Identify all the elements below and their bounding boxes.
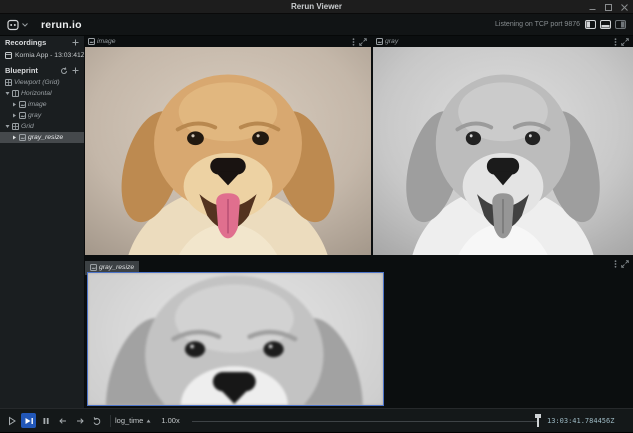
timeline-playhead[interactable] bbox=[537, 414, 539, 427]
recording-icon bbox=[5, 52, 12, 59]
image-view-icon bbox=[19, 112, 26, 119]
blueprint-header: Blueprint bbox=[0, 64, 84, 77]
view-options-icon[interactable] bbox=[614, 260, 617, 268]
pause-button[interactable] bbox=[38, 413, 53, 428]
blueprint-sidebar: Recordings Kornia App - 13:03:41Z Bluepr… bbox=[0, 36, 85, 408]
image-view-icon bbox=[90, 264, 97, 271]
chevron-right-icon[interactable] bbox=[12, 135, 17, 140]
timeline-line bbox=[192, 421, 537, 422]
blueprint-item-label: Grid bbox=[21, 123, 34, 130]
timeline-track[interactable] bbox=[188, 409, 547, 433]
viewport: image gray gray_r bbox=[85, 36, 633, 408]
container-horizontal-icon bbox=[12, 90, 19, 97]
chevron-down-icon bbox=[22, 23, 28, 27]
blueprint-item-image[interactable]: image bbox=[0, 99, 84, 110]
step-forward-button[interactable] bbox=[72, 413, 87, 428]
blueprint-item-label: image bbox=[28, 101, 47, 108]
left-panel-toggle-icon[interactable] bbox=[585, 20, 596, 29]
blueprint-item-label: Horizontal bbox=[21, 90, 52, 97]
tcp-status-label: Listening on TCP port 9876 bbox=[495, 21, 580, 28]
maximize-button[interactable] bbox=[605, 4, 612, 11]
blueprint-item-gray[interactable]: gray bbox=[0, 110, 84, 121]
recordings-header: Recordings bbox=[0, 36, 84, 49]
image-view-icon bbox=[376, 38, 383, 45]
bottom-panel-toggle-icon[interactable] bbox=[600, 20, 611, 29]
chevron-down-icon[interactable] bbox=[5, 124, 10, 129]
space-view-image[interactable]: image bbox=[85, 36, 371, 255]
container-grid-icon bbox=[12, 123, 19, 130]
space-view-gray-resize[interactable]: gray_resize bbox=[85, 258, 633, 408]
blueprint-item-label: gray_resize bbox=[28, 134, 63, 141]
view-title: gray_resize bbox=[99, 264, 134, 271]
window-titlebar: Rerun Viewer bbox=[0, 0, 633, 14]
maximize-view-icon[interactable] bbox=[621, 260, 629, 268]
step-back-button[interactable] bbox=[55, 413, 70, 428]
view-header-gray: gray bbox=[373, 36, 633, 47]
add-recording-button[interactable] bbox=[72, 39, 79, 46]
minimize-button[interactable] bbox=[589, 4, 596, 11]
space-view-gray[interactable]: gray bbox=[373, 36, 633, 255]
recording-item[interactable]: Kornia App - 13:03:41Z bbox=[0, 49, 84, 61]
image-gray-resize-photo[interactable] bbox=[87, 272, 384, 406]
playback-speed[interactable]: 1.00x bbox=[161, 416, 179, 425]
play-button[interactable] bbox=[4, 413, 19, 428]
view-options-icon[interactable] bbox=[614, 38, 617, 46]
image-view-icon bbox=[88, 38, 95, 45]
image-view-icon bbox=[19, 134, 26, 141]
blueprint-item-label: gray bbox=[28, 112, 41, 119]
view-title: image bbox=[97, 38, 116, 45]
chevron-down-icon[interactable] bbox=[5, 91, 10, 96]
follow-button[interactable] bbox=[21, 413, 36, 428]
right-panel-toggle-icon[interactable] bbox=[615, 20, 626, 29]
view-title: gray bbox=[385, 38, 398, 45]
sort-arrow-icon bbox=[146, 419, 151, 423]
app-toolbar: rerun.io Listening on TCP port 9876 bbox=[0, 14, 633, 36]
brand-label: rerun.io bbox=[41, 19, 82, 31]
image-color-photo[interactable] bbox=[85, 47, 371, 255]
blueprint-item-grid[interactable]: Grid bbox=[0, 121, 84, 132]
reset-blueprint-icon[interactable] bbox=[60, 67, 68, 75]
time-panel: log_time 1.00x 13:03:41.784456Z bbox=[0, 408, 633, 432]
maximize-view-icon[interactable] bbox=[359, 38, 367, 46]
blueprint-item-horizontal[interactable]: Horizontal bbox=[0, 88, 84, 99]
view-header-image: image bbox=[85, 36, 371, 47]
view-header-gray-resize: gray_resize bbox=[85, 258, 633, 272]
chevron-right-icon[interactable] bbox=[12, 102, 17, 107]
maximize-view-icon[interactable] bbox=[621, 38, 629, 46]
loop-button[interactable] bbox=[89, 413, 104, 428]
viewport-grid-icon bbox=[5, 79, 12, 86]
rerun-logo-icon bbox=[7, 19, 19, 31]
blueprint-item-viewport[interactable]: Viewport (Grid) bbox=[0, 77, 84, 88]
rerun-menu-button[interactable] bbox=[7, 19, 28, 31]
add-space-view-button[interactable] bbox=[72, 67, 79, 74]
close-button[interactable] bbox=[621, 4, 628, 11]
image-view-icon bbox=[19, 101, 26, 108]
current-time-label: 13:03:41.784456Z bbox=[547, 417, 629, 425]
chevron-right-icon[interactable] bbox=[12, 113, 17, 118]
window-title: Rerun Viewer bbox=[291, 2, 342, 11]
view-options-icon[interactable] bbox=[352, 38, 355, 46]
recording-label: Kornia App - 13:03:41Z bbox=[15, 52, 84, 59]
timeline-selector[interactable]: log_time bbox=[115, 416, 151, 425]
blueprint-item-gray-resize[interactable]: gray_resize bbox=[0, 132, 84, 143]
blueprint-item-label: Viewport (Grid) bbox=[14, 79, 60, 86]
image-gray-photo[interactable] bbox=[373, 47, 633, 255]
